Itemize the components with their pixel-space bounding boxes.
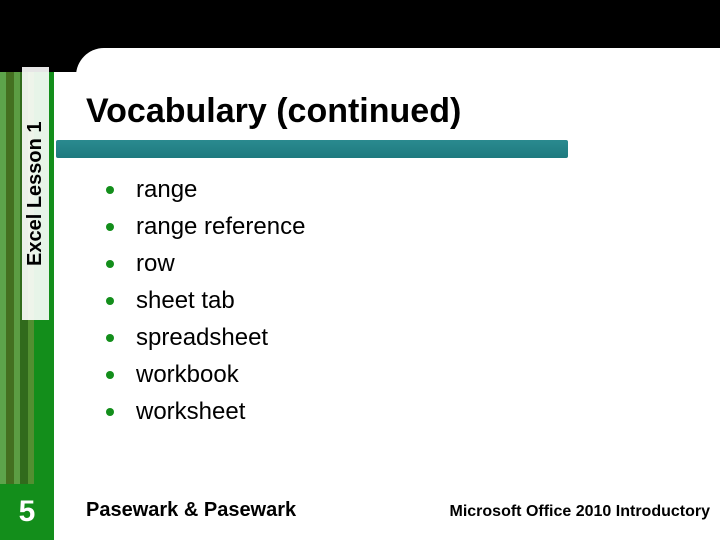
list-item-label: worksheet [136, 398, 245, 426]
presentation-slide: 5 Excel Lesson 1 Vocabulary (continued) … [0, 0, 720, 540]
page-number: 5 [19, 495, 36, 529]
bullet-icon [106, 186, 114, 194]
list-item: worksheet [106, 398, 646, 426]
sidebar-top-black [0, 0, 54, 72]
list-item-label: spreadsheet [136, 324, 268, 352]
bullet-icon [106, 260, 114, 268]
list-item-label: workbook [136, 361, 239, 389]
slide-footer: Pasewark & Pasewark Microsoft Office 201… [86, 499, 710, 522]
left-sidebar: 5 Excel Lesson 1 [0, 0, 54, 540]
list-item-label: range [136, 176, 197, 204]
vocabulary-list: range range reference row sheet tab spre… [106, 176, 646, 435]
list-item: row [106, 250, 646, 278]
list-item: range [106, 176, 646, 204]
sidebar-vertical-label: Excel Lesson 1 [22, 67, 49, 320]
sidebar-page-box: 5 [0, 484, 54, 540]
bullet-icon [106, 371, 114, 379]
list-item-label: range reference [136, 213, 305, 241]
bullet-icon [106, 408, 114, 416]
list-item: sheet tab [106, 287, 646, 315]
footer-left-text: Pasewark & Pasewark [86, 499, 296, 522]
bullet-icon [106, 334, 114, 342]
slide-title: Vocabulary (continued) [86, 92, 461, 131]
top-black-bar [54, 0, 720, 72]
list-item-label: row [136, 250, 175, 278]
list-item: workbook [106, 361, 646, 389]
bullet-icon [106, 297, 114, 305]
list-item: range reference [106, 213, 646, 241]
bullet-icon [106, 223, 114, 231]
list-item: spreadsheet [106, 324, 646, 352]
footer-right-text: Microsoft Office 2010 Introductory [450, 503, 711, 521]
list-item-label: sheet tab [136, 287, 235, 315]
title-underline [56, 140, 568, 158]
